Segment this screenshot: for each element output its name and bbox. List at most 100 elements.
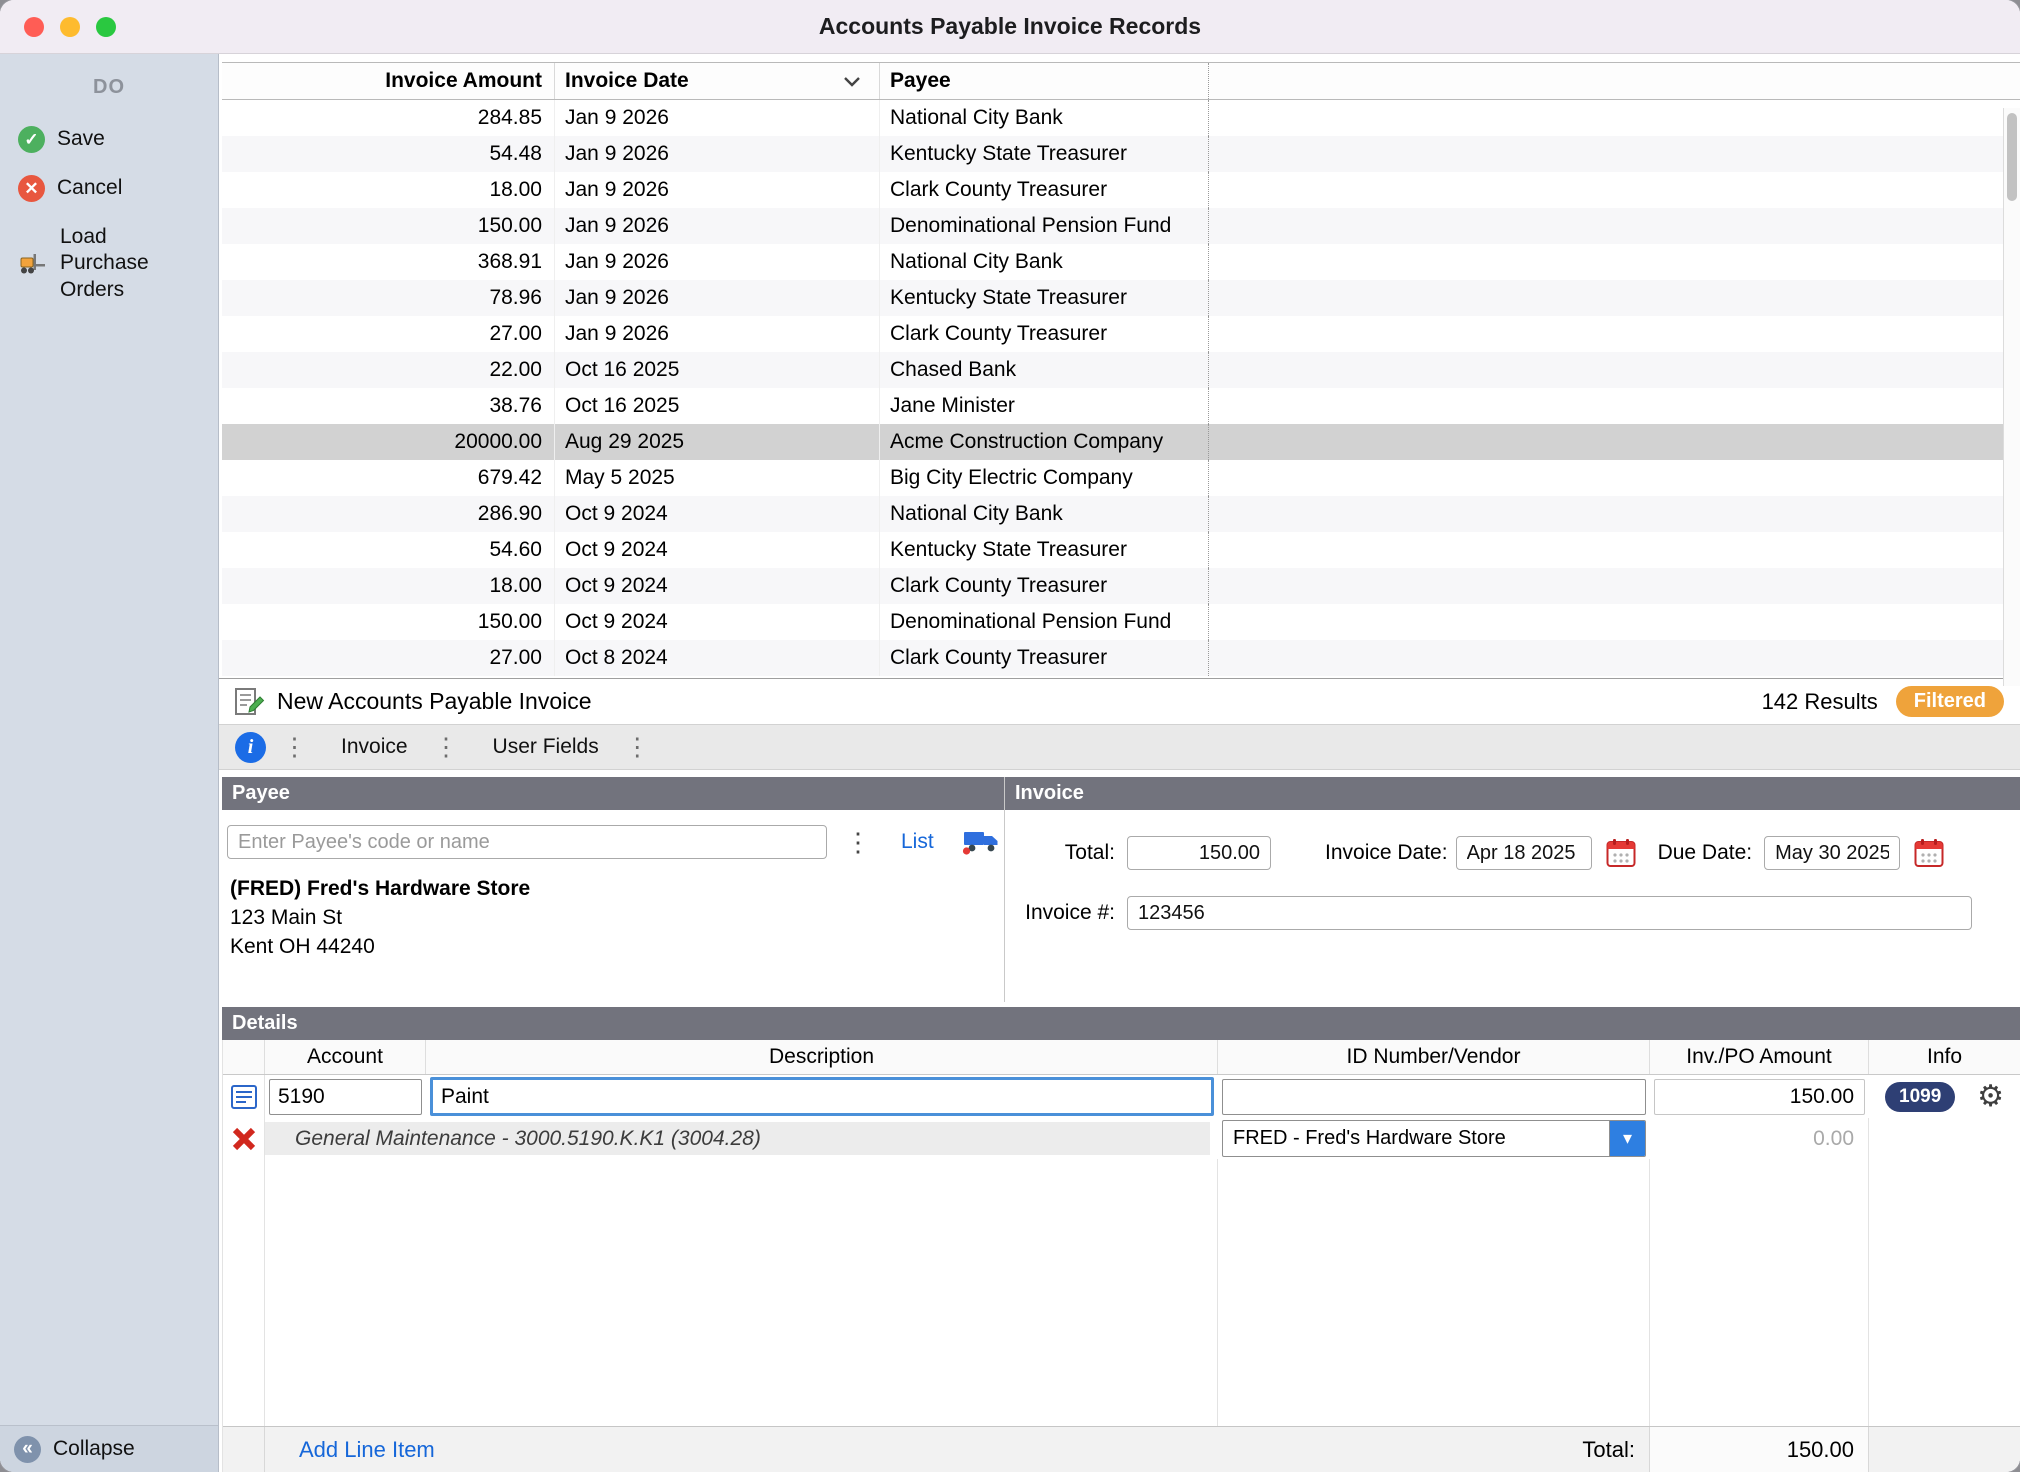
cell-invoice-date: Oct 16 2025 — [554, 352, 879, 388]
column-header-invoice-date[interactable]: Invoice Date — [554, 63, 879, 99]
collapse-chevrons-icon: « — [14, 1436, 41, 1463]
payee-name: (FRED) Fred's Hardware Store — [230, 877, 1004, 901]
vendor-truck-icon[interactable] — [962, 828, 1000, 856]
tab-invoice[interactable]: Invoice — [341, 735, 408, 759]
new-invoice-icon — [233, 686, 265, 718]
table-row[interactable]: 20000.00 Aug 29 2025 Acme Construction C… — [222, 424, 2020, 460]
invoice-date-input[interactable] — [1456, 836, 1592, 870]
cell-payee: Clark County Treasurer — [879, 640, 1208, 676]
load-purchase-orders-button[interactable]: Load Purchase Orders — [0, 213, 218, 314]
save-button[interactable]: ✓ Save — [0, 115, 218, 164]
description-input[interactable] — [430, 1077, 1214, 1116]
table-row[interactable]: 27.00 Oct 8 2024 Clark County Treasurer — [222, 640, 2020, 676]
cell-invoice-date: Jan 9 2026 — [554, 208, 879, 244]
cell-payee: Clark County Treasurer — [879, 568, 1208, 604]
minimize-window-button[interactable] — [60, 17, 80, 37]
cell-payee: Clark County Treasurer — [879, 172, 1208, 208]
cell-invoice-amount: 679.42 — [222, 460, 554, 496]
close-window-button[interactable] — [24, 17, 44, 37]
table-row[interactable]: 18.00 Oct 9 2024 Clark County Treasurer — [222, 568, 2020, 604]
table-row[interactable]: 54.60 Oct 9 2024 Kentucky State Treasure… — [222, 532, 2020, 568]
window-title: Accounts Payable Invoice Records — [819, 13, 1201, 40]
results-count: 142 Results — [1762, 689, 1878, 715]
column-header-amount: Inv./PO Amount — [1650, 1040, 1869, 1074]
due-date-label: Due Date: — [1658, 841, 1753, 865]
details-table-header: Account Description ID Number/Vendor Inv… — [223, 1040, 2020, 1075]
table-row[interactable]: 286.90 Oct 9 2024 National City Bank — [222, 496, 2020, 532]
more-options-icon[interactable]: ⋮ — [845, 827, 871, 858]
chevron-down-icon[interactable]: ▾ — [1609, 1121, 1645, 1156]
calendar-icon[interactable] — [1606, 838, 1636, 868]
details-section: Details Account Description ID Number/Ve… — [222, 1007, 2020, 1472]
cell-invoice-date: Aug 29 2025 — [554, 424, 879, 460]
table-row[interactable]: 22.00 Oct 16 2025 Chased Bank — [222, 352, 2020, 388]
cell-invoice-amount: 38.76 — [222, 388, 554, 424]
table-row[interactable]: 368.91 Jan 9 2026 National City Bank — [222, 244, 2020, 280]
invoice-panel-header: Invoice — [1005, 777, 2020, 810]
column-header-payee[interactable]: Payee — [879, 63, 1208, 99]
cell-invoice-date: Jan 9 2026 — [554, 244, 879, 280]
vertical-scrollbar[interactable] — [2003, 108, 2020, 686]
delete-line-icon[interactable] — [223, 1118, 265, 1159]
table-row[interactable]: 78.96 Jan 9 2026 Kentucky State Treasure… — [222, 280, 2020, 316]
calendar-icon[interactable] — [1914, 838, 1944, 868]
cell-invoice-amount: 150.00 — [222, 208, 554, 244]
table-row[interactable]: 54.48 Jan 9 2026 Kentucky State Treasure… — [222, 136, 2020, 172]
invoice-panel: Invoice Total: Invoice Date: — [1005, 777, 2020, 1002]
id-number-vendor-input[interactable] — [1222, 1079, 1646, 1115]
scrollbar-thumb[interactable] — [2007, 113, 2017, 201]
account-input[interactable] — [269, 1079, 422, 1115]
table-row[interactable]: 18.00 Jan 9 2026 Clark County Treasurer — [222, 172, 2020, 208]
zoom-window-button[interactable] — [96, 17, 116, 37]
traffic-lights — [24, 17, 116, 37]
collapse-sidebar-button[interactable]: « Collapse — [0, 1425, 218, 1472]
invoice-total-input[interactable] — [1127, 836, 1271, 870]
table-row[interactable]: 38.76 Oct 16 2025 Jane Minister — [222, 388, 2020, 424]
forklift-icon — [18, 250, 48, 276]
load-purchase-orders-label: Load Purchase Orders — [60, 224, 180, 303]
table-row[interactable]: 150.00 Oct 9 2024 Denominational Pension… — [222, 604, 2020, 640]
add-line-item-button[interactable]: Add Line Item — [265, 1437, 435, 1463]
payee-search-input[interactable] — [227, 825, 827, 859]
cell-invoice-amount: 27.00 — [222, 640, 554, 676]
drag-handle-icon[interactable]: ⋮ — [434, 732, 459, 762]
vendor-dropdown[interactable]: FRED - Fred's Hardware Store ▾ — [1222, 1120, 1646, 1157]
drag-handle-icon[interactable]: ⋮ — [625, 732, 650, 762]
payee-panel: Payee ⋮ List — [222, 777, 1005, 1002]
cell-invoice-date: Oct 9 2024 — [554, 568, 879, 604]
filtered-badge[interactable]: Filtered — [1896, 686, 2004, 717]
cell-payee: Jane Minister — [879, 388, 1208, 424]
cell-invoice-amount: 22.00 — [222, 352, 554, 388]
cell-payee: National City Bank — [879, 496, 1208, 532]
column-header-id-vendor: ID Number/Vendor — [1218, 1040, 1650, 1074]
tab-user-fields[interactable]: User Fields — [493, 735, 599, 759]
invoice-number-input[interactable] — [1127, 896, 1972, 930]
cell-payee: Chased Bank — [879, 352, 1208, 388]
drag-handle-icon[interactable]: ⋮ — [282, 732, 307, 762]
column-header-invoice-amount[interactable]: Invoice Amount — [222, 63, 554, 99]
panels-row: Payee ⋮ List — [222, 777, 2020, 1002]
gear-icon[interactable]: ⚙ — [1977, 1082, 2004, 1112]
cell-invoice-date: Oct 8 2024 — [554, 640, 879, 676]
cell-invoice-date: Jan 9 2026 — [554, 136, 879, 172]
details-footer: Add Line Item Total: 150.00 — [223, 1426, 2020, 1472]
app-window: Accounts Payable Invoice Records DO ✓ Sa… — [0, 0, 2020, 1472]
cancel-button[interactable]: ✕ Cancel — [0, 164, 218, 213]
cell-invoice-date: Jan 9 2026 — [554, 316, 879, 352]
line-amount-value[interactable]: 150.00 — [1654, 1079, 1865, 1115]
cell-payee: Denominational Pension Fund — [879, 604, 1208, 640]
due-date-input[interactable] — [1764, 836, 1900, 870]
table-row[interactable]: 284.85 Jan 9 2026 National City Bank — [222, 100, 2020, 136]
payee-list-link[interactable]: List — [901, 830, 934, 854]
line-document-icon[interactable] — [223, 1075, 265, 1118]
info-icon[interactable]: i — [235, 732, 266, 763]
1099-badge[interactable]: 1099 — [1885, 1082, 1955, 1112]
content-area: Invoice Amount Invoice Date Payee 284.85… — [219, 54, 2020, 1472]
table-row[interactable]: 150.00 Jan 9 2026 Denominational Pension… — [222, 208, 2020, 244]
table-row[interactable]: 679.42 May 5 2025 Big City Electric Comp… — [222, 460, 2020, 496]
sort-chevron-down-icon — [843, 76, 861, 87]
titlebar: Accounts Payable Invoice Records — [0, 0, 2020, 54]
details-total-label: Total: — [1218, 1427, 1650, 1472]
table-row[interactable]: 27.00 Jan 9 2026 Clark County Treasurer — [222, 316, 2020, 352]
cell-payee: Big City Electric Company — [879, 460, 1208, 496]
